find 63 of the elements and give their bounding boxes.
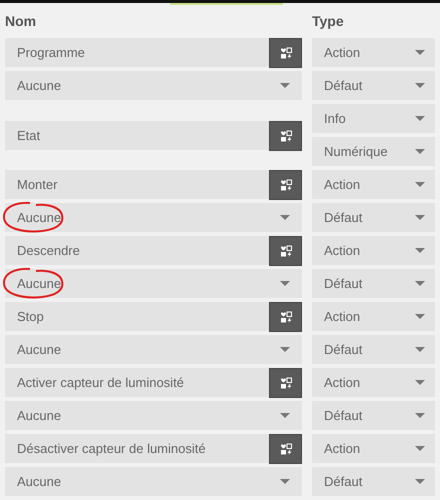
type-dropdown[interactable]: Action: [312, 368, 435, 397]
name-field[interactable]: Désactiver capteur de luminosité: [5, 434, 269, 463]
value-dropdown[interactable]: Aucune: [5, 203, 302, 232]
subtype-dropdown[interactable]: Défaut: [312, 335, 435, 364]
caret-icon: [415, 413, 425, 418]
value-dropdown[interactable]: Aucune: [5, 467, 302, 496]
shapes-icon: [280, 47, 292, 59]
subtype-dropdown[interactable]: Défaut: [312, 269, 435, 298]
shapes-icon: [280, 130, 292, 142]
shapes-icon: [280, 179, 292, 191]
caret-icon: [280, 281, 290, 286]
shapes-icon: [280, 245, 292, 257]
column-header: Nom: [5, 12, 38, 28]
type-dropdown[interactable]: Action: [312, 434, 435, 463]
icon-picker-button[interactable]: [269, 302, 302, 332]
caret-icon: [415, 83, 425, 88]
type-dropdown[interactable]: Action: [312, 38, 435, 67]
caret-icon: [415, 380, 425, 385]
shapes-icon: [280, 377, 292, 389]
name-field[interactable]: Stop: [5, 302, 269, 331]
caret-icon: [415, 446, 425, 451]
caret-icon: [280, 413, 290, 418]
caret-icon: [415, 248, 425, 253]
caret-icon: [415, 281, 425, 286]
caret-icon: [415, 215, 425, 220]
value-dropdown[interactable]: Aucune: [5, 335, 302, 364]
name-field[interactable]: Activer capteur de luminosité: [5, 368, 269, 397]
caret-icon: [415, 182, 425, 187]
name-field[interactable]: Monter: [5, 170, 269, 199]
icon-picker-button[interactable]: [269, 434, 302, 464]
type-dropdown[interactable]: Info: [312, 104, 435, 133]
icon-picker-button[interactable]: [269, 368, 302, 398]
value-dropdown[interactable]: Aucune: [5, 269, 302, 298]
subtype-dropdown[interactable]: Défaut: [312, 203, 435, 232]
caret-icon: [415, 50, 425, 55]
caret-icon: [415, 116, 425, 121]
caret-icon: [415, 347, 425, 352]
caret-icon: [280, 83, 290, 88]
caret-icon: [415, 149, 425, 154]
icon-picker-button[interactable]: [269, 38, 302, 68]
column-header: Type: [312, 12, 345, 28]
type-dropdown[interactable]: Action: [312, 302, 435, 331]
caret-icon: [415, 314, 425, 319]
icon-picker-button[interactable]: [269, 170, 302, 200]
subtype-dropdown[interactable]: Défaut: [312, 467, 435, 496]
subtype-dropdown[interactable]: Défaut: [312, 401, 435, 430]
icon-picker-button[interactable]: [269, 236, 302, 266]
shapes-icon: [280, 311, 292, 323]
subtype-dropdown[interactable]: Numérique: [312, 137, 435, 166]
caret-icon: [280, 479, 290, 484]
icon-picker-button[interactable]: [269, 120, 302, 150]
name-field[interactable]: Descendre: [5, 236, 269, 265]
type-dropdown[interactable]: Action: [312, 170, 435, 199]
caret-icon: [415, 479, 425, 484]
subtype-dropdown[interactable]: Défaut: [312, 71, 435, 100]
name-field[interactable]: Etat: [5, 120, 269, 150]
caret-icon: [280, 347, 290, 352]
caret-icon: [280, 215, 290, 220]
shapes-icon: [280, 443, 292, 455]
name-field[interactable]: Programme: [5, 38, 269, 67]
type-dropdown[interactable]: Action: [312, 236, 435, 265]
value-dropdown[interactable]: Aucune: [5, 401, 302, 430]
value-dropdown[interactable]: Aucune: [5, 71, 302, 100]
